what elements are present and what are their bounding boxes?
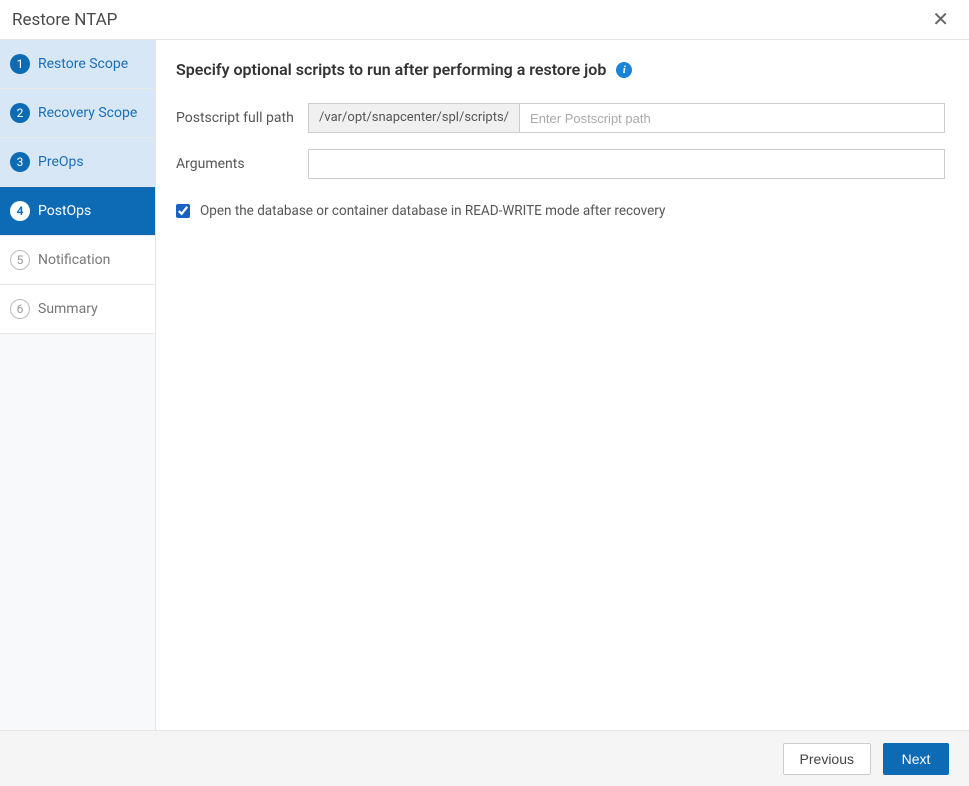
step-number: 6 (10, 299, 30, 319)
postscript-path-prefix: /var/opt/snapcenter/spl/scripts/ (308, 103, 519, 133)
info-icon[interactable]: i (616, 62, 632, 78)
arguments-row: Arguments (176, 149, 945, 179)
step-label: Recovery Scope (38, 105, 137, 121)
step-number: 1 (10, 54, 30, 74)
wizard-nav: 1 Restore Scope 2 Recovery Scope 3 PreOp… (0, 40, 156, 730)
step-label: PreOps (38, 154, 84, 170)
dialog-footer: Previous Next (0, 730, 969, 786)
arguments-label: Arguments (176, 156, 308, 172)
open-db-readwrite-checkbox[interactable] (176, 204, 190, 218)
step-number: 3 (10, 152, 30, 172)
postscript-row: Postscript full path /var/opt/snapcenter… (176, 103, 945, 133)
arguments-input-group (308, 149, 945, 179)
step-number: 4 (10, 201, 30, 221)
close-icon: ✕ (932, 9, 949, 31)
step-label: PostOps (38, 203, 91, 219)
arguments-input[interactable] (308, 149, 945, 179)
content-heading: Specify optional scripts to run after pe… (176, 60, 606, 79)
wizard-step-summary[interactable]: 6 Summary (0, 285, 155, 334)
restore-dialog: Restore NTAP ✕ 1 Restore Scope 2 Recover… (0, 0, 969, 786)
wizard-step-notification[interactable]: 5 Notification (0, 236, 155, 285)
step-label: Summary (38, 301, 98, 317)
dialog-header: Restore NTAP ✕ (0, 0, 969, 40)
wizard-step-recovery-scope[interactable]: 2 Recovery Scope (0, 89, 155, 138)
postscript-input-group: /var/opt/snapcenter/spl/scripts/ (308, 103, 945, 133)
close-button[interactable]: ✕ (928, 6, 953, 34)
wizard-step-restore-scope[interactable]: 1 Restore Scope (0, 40, 155, 89)
content-panel: Specify optional scripts to run after pe… (156, 40, 969, 730)
step-label: Restore Scope (38, 56, 128, 72)
open-db-checkbox-row: Open the database or container database … (176, 203, 945, 219)
step-label: Notification (38, 252, 110, 268)
wizard-step-postops[interactable]: 4 PostOps (0, 187, 155, 236)
step-number: 2 (10, 103, 30, 123)
content-heading-row: Specify optional scripts to run after pe… (176, 60, 945, 79)
open-db-readwrite-label: Open the database or container database … (200, 203, 665, 219)
step-number: 5 (10, 250, 30, 270)
dialog-title: Restore NTAP (12, 10, 117, 30)
next-button[interactable]: Next (883, 743, 949, 775)
dialog-body: 1 Restore Scope 2 Recovery Scope 3 PreOp… (0, 40, 969, 730)
postscript-path-input[interactable] (519, 103, 945, 133)
postscript-label: Postscript full path (176, 110, 308, 126)
wizard-step-preops[interactable]: 3 PreOps (0, 138, 155, 187)
previous-button[interactable]: Previous (783, 743, 871, 775)
